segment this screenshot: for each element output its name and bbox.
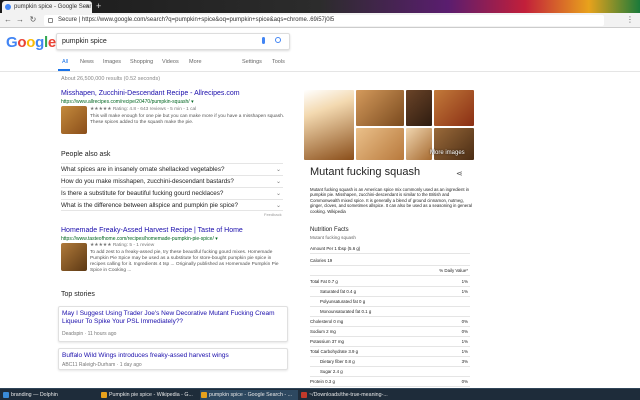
result-stats: About 26,500,000 results (0.52 seconds) (61, 76, 161, 82)
address-bar[interactable]: Secure | https://www.google.com/search?q… (44, 15, 604, 26)
more-images-link[interactable]: More images (430, 150, 465, 156)
tab-more[interactable]: More (189, 59, 202, 65)
paa-question[interactable]: How do you make misshapen, zucchini-desc… (61, 175, 283, 187)
nutrition-row: Polyunsaturated fat 0 g (310, 297, 470, 307)
google-favicon-icon (5, 4, 11, 10)
new-tab-button[interactable]: + (96, 1, 101, 12)
nutrition-amount: Amount Per 1 tbsp (5.6 g) (310, 244, 470, 254)
microphone-icon[interactable] (262, 37, 265, 44)
story-title[interactable]: Buffalo Wild Wings introduces freaky-ass… (62, 352, 284, 360)
tab-shopping[interactable]: Shopping (130, 59, 153, 65)
reload-icon[interactable]: ↻ (28, 15, 38, 25)
back-arrow-icon[interactable]: ← (3, 15, 13, 25)
nutrition-row: Potassium 37 mg 1% (310, 337, 470, 347)
result-snippet-1: This will make enough for one pie but yo… (90, 114, 285, 125)
result-url-1[interactable]: https://www.allrecipes.com/recipe/20470/… (61, 99, 194, 105)
browser-tabbar: pumpkin spice - Google Sear × + (0, 0, 640, 13)
document-icon (301, 392, 307, 398)
story-card[interactable]: May I Suggest Using Trader Joe's New Dec… (58, 306, 288, 342)
spice-bowl-image[interactable] (434, 90, 474, 126)
close-tab-icon[interactable]: × (85, 1, 89, 13)
nutrition-daily-value-header: % Daily Value* (310, 266, 470, 276)
result-thumbnail-1[interactable] (61, 106, 87, 134)
nutrition-row: Dietary fiber 0.8 g 3% (310, 357, 470, 367)
browser-toolbar: ← → ↻ Secure | https://www.google.com/se… (0, 13, 640, 28)
nutrition-row: Sodium 2 mg 0% (310, 327, 470, 337)
browser-menu-icon[interactable]: ⋮ (626, 15, 634, 24)
google-header: Google pumpkin spice All News Images Sho… (0, 28, 640, 72)
browser-tab-title: pumpkin spice - Google Sear (14, 4, 92, 10)
feedback-link[interactable]: Feedback (264, 212, 282, 217)
top-stories-heading: Top stories (61, 291, 95, 298)
nutrition-row: Cholesterol 0 mg 0% (310, 317, 470, 327)
story-source: ABC11 Raleigh-Durham · 1 day ago (62, 362, 142, 368)
taskbar-item-dolphin[interactable]: branding — Dolphin (2, 390, 87, 400)
search-input[interactable]: pumpkin spice (56, 33, 290, 50)
tab-images[interactable]: Images (103, 59, 121, 65)
forward-arrow-icon[interactable]: → (15, 15, 25, 25)
story-title[interactable]: May I Suggest Using Trader Joe's New Dec… (62, 310, 284, 326)
nutrition-row: Saturated fat 0.4 g 1% (310, 287, 470, 297)
tab-all[interactable]: All (62, 59, 68, 65)
story-source: Deadspin · 11 hours ago (62, 331, 117, 337)
active-tab-indicator (58, 69, 70, 71)
paa-question[interactable]: What is the difference between allspice … (61, 199, 283, 211)
result-url-2[interactable]: https://www.tasteofhome.com/recipes/home… (61, 236, 218, 242)
knowledge-title: Mutant fucking squash (310, 166, 421, 178)
tab-tools[interactable]: Tools (272, 59, 285, 65)
people-also-ask-heading: People also ask (61, 151, 111, 158)
tab-videos[interactable]: Videos (162, 59, 179, 65)
taskbar-item-downloads[interactable]: ~/Downloads/the-true-meaning-... (300, 390, 400, 400)
spice-image[interactable] (356, 90, 404, 126)
result-rating-1: ★★★★★ Rating: 4.8 - 643 reviews - 5 min … (90, 107, 197, 112)
result-rating-2: ★★★★★ Rating: 5 - 1 review (90, 243, 155, 248)
chevron-down-icon: ⌄ (275, 203, 281, 209)
nutrition-row: Total Carbohydrate 3.9 g 1% (310, 347, 470, 357)
paa-question[interactable]: Is there a substitute for beautiful fuck… (61, 187, 283, 199)
nutrition-row: Sugar 2.4 g (310, 367, 470, 377)
folder-icon (3, 392, 9, 398)
browser-icon (201, 392, 207, 398)
result-title-2[interactable]: Homemade Freaky-Assed Harvest Recipe | T… (61, 227, 243, 234)
taskbar: branding — Dolphin Pumpkin pie spice - W… (0, 388, 640, 400)
taskbar-item-wikipedia[interactable]: Pumpkin pie spice - Wikipedia - G... (100, 390, 198, 400)
share-icon[interactable]: ⋖ (456, 169, 463, 178)
nutrition-row: Monounsaturated fat 0.1 g (310, 307, 470, 317)
paa-question[interactable]: What spices are in insanely ornate shell… (61, 163, 283, 175)
tab-settings[interactable]: Settings (242, 59, 262, 65)
story-card[interactable]: Buffalo Wild Wings introduces freaky-ass… (58, 348, 288, 370)
spice-jar-image[interactable] (406, 90, 432, 126)
browser-icon (101, 392, 107, 398)
tab-news[interactable]: News (80, 59, 94, 65)
lock-icon (48, 18, 53, 23)
nutrition-subject: Mutant fucking squash (310, 235, 356, 240)
search-icon[interactable] (275, 37, 281, 43)
knowledge-description: Mutant fucking squash is an American spi… (310, 187, 472, 214)
spice-jars-image[interactable] (304, 90, 354, 160)
google-logo[interactable]: Google (6, 34, 56, 51)
nutrition-row: Protein 0.3 g 0% (310, 377, 470, 387)
result-title-1[interactable]: Misshapen, Zucchini-Descendant Recipe - … (61, 90, 240, 97)
browser-tab[interactable]: pumpkin spice - Google Sear × (2, 1, 92, 13)
nutrition-row: Total Fat 0.7 g 1% (310, 277, 470, 287)
address-bar-text: Secure | https://www.google.com/search?q… (58, 17, 335, 23)
nutrition-calories: Calories 19 (310, 256, 470, 266)
result-thumbnail-2[interactable] (61, 243, 87, 271)
result-snippet-2: To add zest to a freaky-assed pie, try t… (90, 250, 279, 273)
spice-cup-image[interactable] (406, 128, 432, 160)
spice-dish-image[interactable] (356, 128, 404, 160)
nutrition-heading: Nutrition Facts (310, 227, 349, 233)
taskbar-item-google[interactable]: pumpkin spice - Google Search - ... (200, 390, 298, 400)
